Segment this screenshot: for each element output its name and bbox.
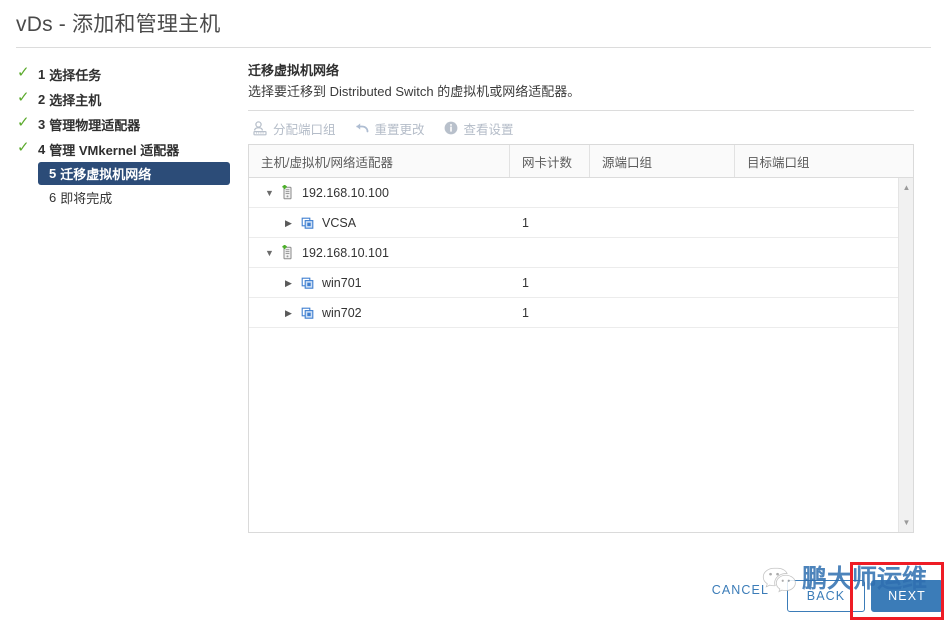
reset-changes-button[interactable]: 重置更改 [354, 119, 425, 138]
assign-portgroup-icon [252, 120, 268, 136]
column-header-target-portgroup[interactable]: 目标端口组 [735, 145, 913, 177]
step-number: 6 [49, 190, 57, 205]
row-label: VCSA [322, 215, 357, 230]
table-row[interactable]: ▶ win702 1 [249, 298, 913, 328]
view-settings-label: 查看设置 [463, 122, 514, 137]
page-title: vDs - 添加和管理主机 [16, 13, 221, 36]
row-target-portgroup [735, 268, 913, 298]
row-target-portgroup [735, 238, 913, 268]
row-label: win702 [322, 305, 362, 320]
step-label: 管理物理适配器 [49, 118, 141, 133]
row-name-cell[interactable]: ▼ 192.168.10.100 [249, 178, 510, 208]
wizard-footer: CANCEL BACK NEXT [0, 558, 947, 622]
row-source-portgroup [590, 178, 735, 208]
assign-portgroup-label: 分配端口组 [273, 122, 336, 137]
table-row[interactable]: ▶ win701 1 [249, 268, 913, 298]
row-name-cell[interactable]: ▶ VCSA [249, 208, 510, 238]
migrate-vm-networking-table: 主机/虚拟机/网络适配器 网卡计数 源端口组 目标端口组 ▼ 192.168.1… [248, 144, 914, 533]
row-nic-count [510, 178, 590, 208]
chevron-down-icon[interactable]: ▼ [265, 187, 277, 199]
scroll-up-icon[interactable]: ▲ [899, 180, 913, 195]
step-number: 1 [38, 67, 46, 82]
window-title-bar: vDs - 添加和管理主机 [0, 0, 947, 48]
step-label: 管理 VMkernel 适配器 [49, 143, 180, 158]
scroll-down-icon[interactable]: ▼ [899, 515, 913, 530]
check-icon: ✓ [17, 139, 30, 156]
next-button[interactable]: NEXT [871, 580, 943, 612]
step-label: 选择主机 [49, 93, 102, 108]
table-toolbar: 分配端口组 重置更改 查看设置 [248, 113, 914, 143]
table-row[interactable]: ▼ 192.168.10.100 [249, 178, 913, 208]
sidebar-item-select-hosts[interactable]: ✓ 2 选择主机 [16, 87, 230, 112]
table-body: ▼ 192.168.10.100 ▶ VCSA 1 ▼ 192.168.10.1… [249, 178, 913, 328]
sidebar-item-ready-to-complete[interactable]: 6 即将完成 [38, 185, 230, 210]
panel-description: 选择要迁移到 Distributed Switch 的虚拟机或网络适配器。 [248, 84, 581, 99]
row-name-cell[interactable]: ▼ 192.168.10.101 [249, 238, 510, 268]
chevron-right-icon[interactable]: ▶ [285, 307, 297, 319]
assign-portgroup-button[interactable]: 分配端口组 [252, 119, 336, 138]
step-label: 选择任务 [49, 68, 102, 83]
title-divider [16, 47, 931, 48]
chevron-right-icon[interactable]: ▶ [285, 217, 297, 229]
row-source-portgroup [590, 208, 735, 238]
row-source-portgroup [590, 268, 735, 298]
view-settings-button[interactable]: 查看设置 [443, 119, 514, 138]
row-target-portgroup [735, 178, 913, 208]
step-number: 4 [38, 142, 46, 157]
row-name-cell[interactable]: ▶ win702 [249, 298, 510, 328]
step-number: 5 [49, 166, 57, 181]
table-row[interactable]: ▶ VCSA 1 [249, 208, 913, 238]
host-add-icon [279, 244, 296, 261]
column-header-nic-count[interactable]: 网卡计数 [510, 145, 590, 177]
check-icon: ✓ [17, 114, 30, 131]
column-header-host-vm-adapter[interactable]: 主机/虚拟机/网络适配器 [249, 145, 510, 177]
row-label: 192.168.10.101 [302, 245, 389, 260]
step-label: 迁移虚拟机网络 [60, 167, 152, 182]
sidebar-item-select-task[interactable]: ✓ 1 选择任务 [16, 62, 230, 87]
panel-divider [248, 110, 914, 111]
row-nic-count: 1 [522, 305, 529, 320]
virtual-machine-icon [299, 215, 316, 231]
step-label: 即将完成 [60, 191, 113, 206]
row-nic-count: 1 [522, 275, 529, 290]
check-icon: ✓ [17, 89, 30, 106]
table-header-row: 主机/虚拟机/网络适配器 网卡计数 源端口组 目标端口组 [249, 145, 913, 178]
row-label: win701 [322, 275, 362, 290]
step-number: 2 [38, 92, 46, 107]
virtual-machine-icon [299, 305, 316, 321]
row-source-portgroup [590, 298, 735, 328]
row-source-portgroup [590, 238, 735, 268]
host-add-icon [279, 184, 296, 201]
chevron-down-icon[interactable]: ▼ [265, 247, 277, 259]
back-button[interactable]: BACK [787, 580, 865, 612]
column-header-source-portgroup[interactable]: 源端口组 [590, 145, 735, 177]
row-nic-count [510, 238, 590, 268]
cancel-button[interactable]: CANCEL [706, 582, 775, 598]
row-name-cell[interactable]: ▶ win701 [249, 268, 510, 298]
check-icon: ✓ [17, 64, 30, 81]
step-number: 3 [38, 117, 46, 132]
row-label: 192.168.10.100 [302, 185, 389, 200]
reset-changes-label: 重置更改 [374, 122, 425, 137]
wizard-step-nav: ✓ 1 选择任务 ✓ 2 选择主机 ✓ 3 管理物理适配器 ✓ 4 管理 VMk… [16, 62, 230, 210]
row-target-portgroup [735, 298, 913, 328]
virtual-machine-icon [299, 275, 316, 291]
row-target-portgroup [735, 208, 913, 238]
chevron-right-icon[interactable]: ▶ [285, 277, 297, 289]
table-row[interactable]: ▼ 192.168.10.101 [249, 238, 913, 268]
panel-heading: 迁移虚拟机网络 [248, 63, 340, 78]
add-manage-hosts-wizard: vDs - 添加和管理主机 ✓ 1 选择任务 ✓ 2 选择主机 ✓ 3 管理物理… [0, 0, 947, 622]
table-vertical-scrollbar[interactable]: ▲ ▼ [898, 178, 913, 532]
view-settings-icon [443, 120, 459, 136]
sidebar-item-manage-physical-adapters[interactable]: ✓ 3 管理物理适配器 [16, 112, 230, 137]
sidebar-item-migrate-vm-networking[interactable]: 5 迁移虚拟机网络 [38, 162, 230, 185]
sidebar-item-manage-vmkernel-adapters[interactable]: ✓ 4 管理 VMkernel 适配器 [16, 137, 230, 162]
row-nic-count: 1 [522, 215, 529, 230]
main-panel: 迁移虚拟机网络 选择要迁移到 Distributed Switch 的虚拟机或网… [248, 62, 914, 533]
reset-changes-icon [354, 120, 370, 136]
